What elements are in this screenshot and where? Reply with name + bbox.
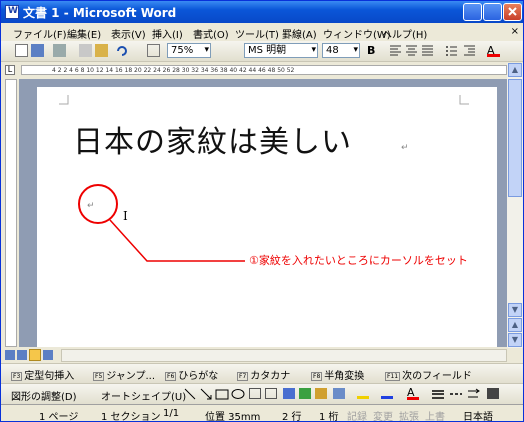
menu-format[interactable]: 書式(O) xyxy=(193,26,229,41)
status-position: 位置 35mm xyxy=(205,412,261,422)
status-page: 1 ページ xyxy=(39,412,79,422)
shadow-style-icon[interactable] xyxy=(487,388,499,399)
document-page[interactable]: 日本の家紋は美しい ↵ ↵ I ①家紋を入れたいところにカーソルをセット xyxy=(37,87,497,347)
rectangle-tool-icon[interactable] xyxy=(215,387,229,401)
line-style-icon[interactable] xyxy=(431,387,445,401)
align-left-icon[interactable] xyxy=(389,44,402,57)
ruler-strip: 4 2 2 4 6 8 10 12 14 16 18 20 22 24 26 2… xyxy=(21,65,507,75)
format-painter-icon[interactable] xyxy=(95,44,108,57)
next-page-icon[interactable]: ▼ xyxy=(508,333,522,347)
menu-edit[interactable]: 編集(E) xyxy=(67,26,101,41)
fill-color-icon[interactable] xyxy=(357,388,369,399)
word-app-icon[interactable] xyxy=(5,5,19,19)
menu-table[interactable]: 罫線(A) xyxy=(282,26,317,41)
menu-insert[interactable]: 挿入(I) xyxy=(152,26,183,41)
fkey-f8[interactable]: F8 半角変換 xyxy=(311,367,364,382)
diagram-icon[interactable] xyxy=(299,388,311,399)
normal-view-icon[interactable] xyxy=(5,350,15,360)
ruler-numbers: 4 2 2 4 6 8 10 12 14 16 18 20 22 24 26 2… xyxy=(52,67,295,74)
maximize-button[interactable] xyxy=(483,3,502,21)
line-color-icon[interactable] xyxy=(381,388,393,399)
bold-button[interactable]: B xyxy=(367,44,380,57)
status-ovr[interactable]: 上書 xyxy=(425,408,445,421)
fkey-f5[interactable]: F5 ジャンプ... xyxy=(93,367,155,382)
font-name-select[interactable]: MS 明朝 xyxy=(244,43,318,58)
wordart-icon[interactable] xyxy=(283,388,295,399)
status-column: 1 桁 xyxy=(319,412,339,422)
status-rec[interactable]: 記録 xyxy=(347,408,367,421)
standard-formatting-toolbar: 75% MS 明朝 48 B A xyxy=(1,41,523,62)
close-document-icon[interactable]: × xyxy=(511,26,519,37)
status-trk[interactable]: 変更 xyxy=(373,408,393,421)
table-icon[interactable] xyxy=(147,44,160,57)
arrow-tool-icon[interactable] xyxy=(199,387,213,401)
draw-font-color-icon[interactable]: A xyxy=(407,386,419,400)
fkey-f7[interactable]: F7 カタカナ xyxy=(237,367,290,382)
fkey-f11[interactable]: F11 次のフィールド xyxy=(385,367,472,382)
word-window: 文書 1 - Microsoft Word ファイル(F) 編集(E) 表示(V… xyxy=(0,0,524,422)
menu-file[interactable]: ファイル(F) xyxy=(13,26,67,41)
dash-style-icon[interactable] xyxy=(449,387,463,401)
drawing-toolbar: 図形の調整(D) オートシェイプ(U) A xyxy=(1,383,523,404)
vertical-scrollbar[interactable]: ▲ ▼ ▲ ▼ xyxy=(507,63,523,348)
function-key-bar: F3 定型句挿入 F5 ジャンプ... F6 ひらがな F7 カタカナ F8 半角変換 F… xyxy=(1,363,523,383)
autoshape-menu[interactable]: オートシェイプ(U) xyxy=(101,388,186,403)
font-color-icon[interactable]: A xyxy=(487,44,500,57)
view-and-hscroll-row xyxy=(1,348,523,363)
align-center-icon[interactable] xyxy=(405,44,418,57)
picture-icon[interactable] xyxy=(333,388,345,399)
menu-tools[interactable]: ツール(T) xyxy=(235,26,279,41)
clipart-icon[interactable] xyxy=(315,388,327,399)
scroll-up-icon[interactable]: ▲ xyxy=(508,63,522,77)
font-size-select[interactable]: 48 xyxy=(322,43,360,58)
tab-selector[interactable]: L xyxy=(5,65,15,75)
zoom-select[interactable]: 75% xyxy=(167,43,211,58)
scroll-thumb[interactable] xyxy=(508,79,522,197)
fkey-f3[interactable]: F3 定型句挿入 xyxy=(11,367,74,382)
minimize-button[interactable] xyxy=(463,3,482,21)
status-bar: 1 ページ 1 セクション 1/1 位置 35mm 2 行 1 桁 記録 変更 … xyxy=(1,404,523,422)
horizontal-scrollbar[interactable] xyxy=(61,349,507,362)
oval-tool-icon[interactable] xyxy=(231,387,245,401)
justify-icon[interactable] xyxy=(421,44,434,57)
title-bar[interactable]: 文書 1 - Microsoft Word xyxy=(1,1,523,23)
annotation-callout-line xyxy=(109,219,245,262)
line-tool-icon[interactable] xyxy=(183,387,197,401)
textbox-tool-icon[interactable] xyxy=(249,388,261,399)
new-document-icon[interactable] xyxy=(15,44,28,57)
bullets-icon[interactable] xyxy=(445,44,458,57)
menu-window[interactable]: ウィンドウ(W) xyxy=(323,26,391,41)
undo-icon[interactable] xyxy=(115,44,128,57)
print-layout-icon[interactable] xyxy=(29,349,41,361)
scroll-down-icon[interactable]: ▼ xyxy=(508,303,522,317)
menu-bar: ファイル(F) 編集(E) 表示(V) 挿入(I) 書式(O) ツール(T) 罫… xyxy=(1,23,523,41)
annotation-text: ①家紋を入れたいところにカーソルをセット xyxy=(249,254,468,267)
status-language: 日本語 xyxy=(463,412,493,422)
draw-adjust-menu[interactable]: 図形の調整(D) xyxy=(11,388,77,403)
close-icon xyxy=(508,7,517,16)
save-icon[interactable] xyxy=(31,44,44,57)
fkey-f6[interactable]: F6 ひらがな xyxy=(165,367,218,382)
indent-icon[interactable] xyxy=(463,44,476,57)
arrow-style-icon[interactable] xyxy=(467,387,481,401)
document-area: 日本の家紋は美しい ↵ ↵ I ①家紋を入れたいところにカーソルをセット xyxy=(19,79,507,347)
window-title: 文書 1 - Microsoft Word xyxy=(23,6,177,20)
previous-page-icon[interactable]: ▲ xyxy=(508,318,522,332)
status-line: 2 行 xyxy=(282,412,302,422)
menu-help[interactable]: ヘルプ(H) xyxy=(382,26,427,41)
vertical-ruler[interactable] xyxy=(5,79,17,347)
horizontal-ruler[interactable]: L 4 2 2 4 6 8 10 12 14 16 18 20 22 24 26… xyxy=(1,63,523,77)
copy-icon[interactable] xyxy=(79,44,92,57)
outline-view-icon[interactable] xyxy=(43,350,53,360)
status-section: 1 セクション xyxy=(101,412,161,422)
close-button[interactable] xyxy=(503,3,522,21)
print-icon[interactable] xyxy=(53,44,66,57)
vertical-textbox-icon[interactable] xyxy=(265,388,277,399)
status-pages: 1/1 xyxy=(163,408,180,419)
menu-view[interactable]: 表示(V) xyxy=(111,26,146,41)
web-layout-icon[interactable] xyxy=(17,350,27,360)
status-ext[interactable]: 拡張 xyxy=(399,408,419,421)
